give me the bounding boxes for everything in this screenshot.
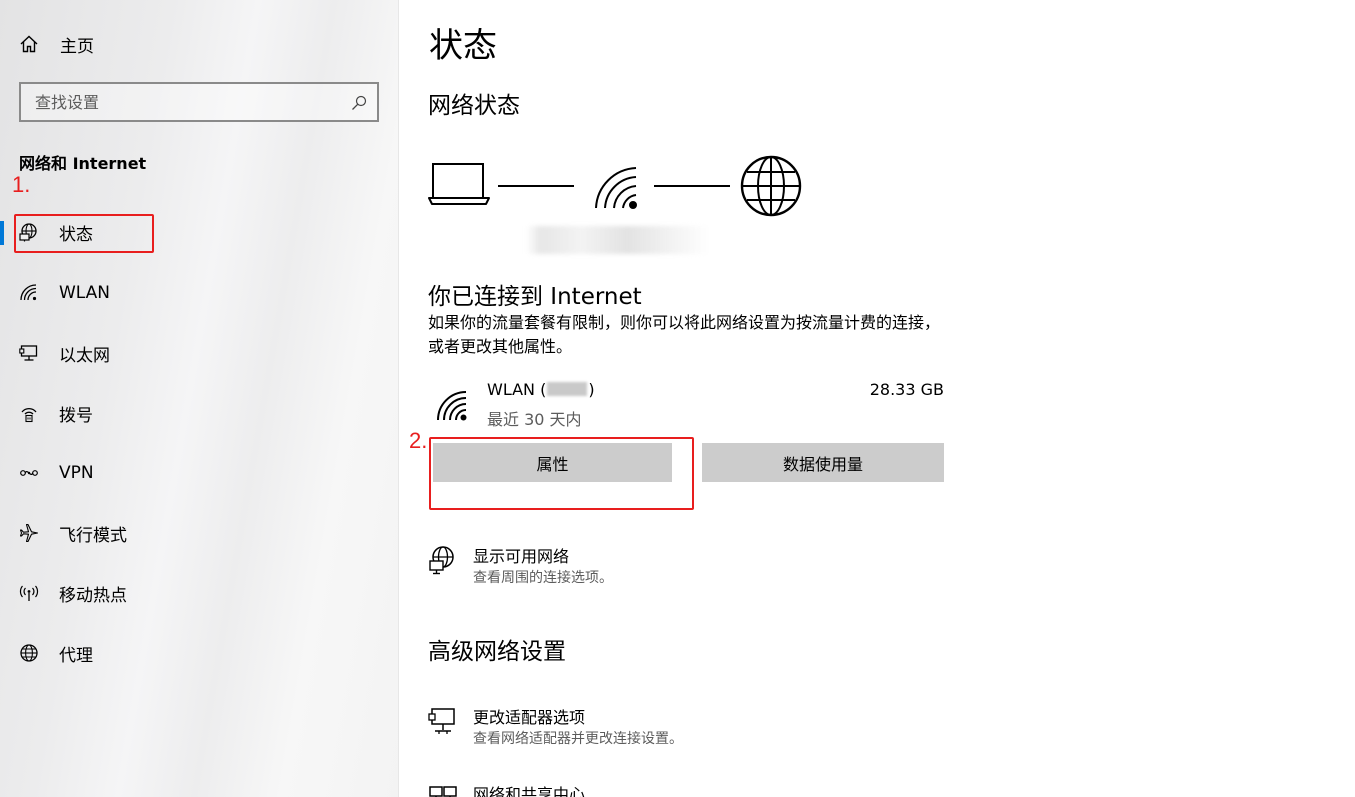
sidebar-item-label: 飞行模式: [59, 525, 127, 546]
link-title: 更改适配器选项: [473, 708, 586, 727]
sidebar-item-label: 以太网: [59, 345, 110, 366]
wifi-icon: [595, 167, 637, 209]
annotation-highlight-status: [14, 214, 154, 253]
adapter-name-redacted: [547, 382, 588, 396]
network-status-diagram: [428, 155, 802, 217]
change-adapter-options-link[interactable]: 更改适配器选项 查看网络适配器并更改连接设置。: [428, 704, 948, 752]
show-available-networks-link[interactable]: 显示可用网络 查看周围的连接选项。: [428, 543, 948, 591]
selected-indicator: [0, 221, 4, 245]
ethernet-icon: [19, 345, 38, 361]
sidebar-item-ethernet[interactable]: 以太网: [0, 333, 399, 373]
search-icon[interactable]: [351, 95, 367, 111]
airplane-icon: [19, 523, 39, 543]
globe-icon: [20, 644, 38, 662]
annotation-highlight-properties: [429, 437, 694, 510]
advanced-settings-heading: 高级网络设置: [428, 639, 566, 665]
sidebar-item-label: 主页: [60, 36, 94, 57]
sidebar-item-label: 拨号: [59, 405, 93, 426]
adapter-data-usage: 28.33 GB: [869, 380, 944, 399]
home-icon: [20, 35, 38, 53]
sidebar-item-wlan[interactable]: WLAN: [0, 273, 399, 313]
annotation-step-1: 1.: [12, 172, 31, 197]
search-box: [19, 82, 379, 122]
adapter-period: 最近 30 天内: [487, 410, 582, 429]
vpn-icon: [20, 470, 38, 476]
sharing-center-icon: [429, 786, 457, 797]
data-usage-button[interactable]: 数据使用量: [702, 443, 944, 482]
adapter-name: WLAN (): [487, 380, 595, 399]
sidebar: 主页 网络和 Internet 1. 状态: [0, 0, 399, 797]
sidebar-item-label: VPN: [59, 463, 94, 483]
connected-description: 如果你的流量套餐有限制，则你可以将此网络设置为按流量计费的连接，或者更改其他属性…: [428, 313, 941, 356]
network-status-heading: 网络状态: [428, 93, 520, 119]
sidebar-item-proxy[interactable]: 代理: [0, 633, 399, 673]
search-input[interactable]: [21, 84, 345, 120]
sidebar-item-label: WLAN: [59, 283, 111, 303]
sidebar-item-airplane-mode[interactable]: 飞行模式: [0, 513, 399, 553]
network-name-redacted: [526, 226, 710, 254]
adapter-name-suffix: ): [588, 380, 595, 399]
globe-network-icon: [429, 546, 454, 575]
adapter-icon: [428, 708, 455, 734]
hotspot-icon: [19, 585, 39, 601]
connected-title: 你已连接到 Internet: [428, 284, 642, 310]
dialup-icon: [21, 408, 37, 423]
globe-internet-icon: [740, 155, 802, 217]
link-title: 显示可用网络: [473, 547, 570, 566]
link-title: 网络和共享中心: [473, 785, 586, 797]
page-title: 状态: [429, 26, 497, 66]
sidebar-item-home[interactable]: 主页: [19, 30, 94, 58]
sidebar-item-label: 移动热点: [59, 585, 127, 606]
annotation-step-2: 2.: [409, 428, 428, 453]
adapter-usage-row: WLAN () 最近 30 天内 28.33 GB: [428, 378, 944, 434]
link-subtitle: 查看网络适配器并更改连接设置。: [473, 731, 683, 747]
main-content: 状态 网络状态 你已连接到 Internet 如果你的流量套餐有限制，则你可以将…: [399, 0, 1355, 797]
sidebar-section-title: 网络和 Internet: [19, 154, 147, 173]
link-subtitle: 查看周围的连接选项。: [473, 570, 613, 586]
laptop-icon: [428, 163, 490, 205]
sidebar-item-mobile-hotspot[interactable]: 移动热点: [0, 573, 399, 613]
network-sharing-center-link[interactable]: 网络和共享中心: [428, 781, 948, 797]
sidebar-item-vpn[interactable]: VPN: [0, 453, 399, 493]
wifi-icon: [20, 284, 37, 301]
adapter-name-prefix: WLAN (: [487, 380, 547, 399]
sidebar-item-label: 代理: [59, 645, 93, 666]
sidebar-item-dialup[interactable]: 拨号: [0, 393, 399, 433]
settings-window: 主页 网络和 Internet 1. 状态: [0, 0, 1355, 797]
wifi-icon: [437, 391, 467, 421]
